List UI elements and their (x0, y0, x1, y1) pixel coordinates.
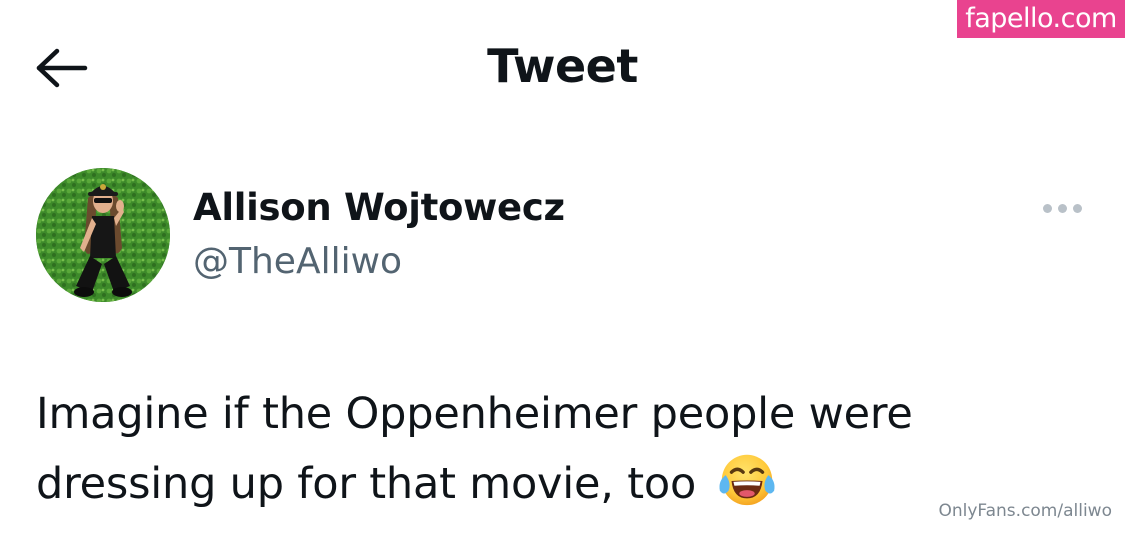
tweet-page: Tweet fapello.com Allison Wojtowecz @The… (0, 0, 1125, 537)
more-horizontal-icon (1042, 203, 1052, 213)
page-title: Tweet (487, 39, 638, 93)
author-name[interactable]: Allison Wojtowecz (193, 184, 565, 232)
avatar[interactable] (36, 168, 170, 302)
more-options-button[interactable] (1036, 194, 1088, 222)
more-horizontal-icon-dot (1072, 203, 1082, 213)
watermark-badge: fapello.com (957, 0, 1125, 38)
tweet-text-segment: dressing up for that movie, too (36, 459, 697, 509)
tweet-text: Imagine if the Oppenheimer people were d… (36, 380, 1036, 518)
more-horizontal-icon-dot (1057, 203, 1067, 213)
tweet-text-line: Imagine if the Oppenheimer people were (36, 389, 913, 439)
tweet-text-line: dressing up for that movie, too (36, 448, 1036, 518)
avatar-photo (36, 168, 170, 302)
tears-of-joy-emoji (719, 454, 775, 506)
author-handle[interactable]: @TheAlliwo (193, 238, 402, 286)
footer-credit: OnlyFans.com/alliwo (938, 501, 1112, 521)
